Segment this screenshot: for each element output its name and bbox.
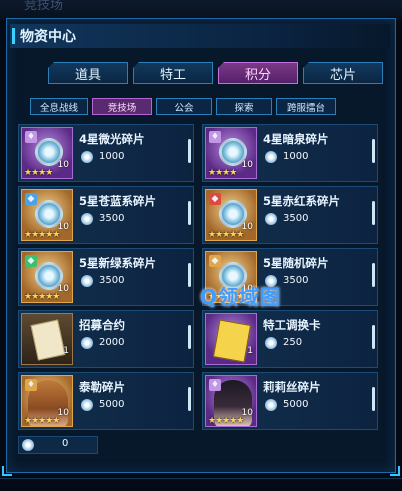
item-name: 特工调换卡 — [263, 318, 321, 332]
item-thumbnail: ◆ 10 ★★★★★ — [205, 189, 257, 241]
item-edge-marker — [188, 139, 191, 163]
background-title: 竞技场 — [24, 0, 64, 13]
item-edge-marker — [188, 387, 191, 411]
contract-document-icon — [30, 319, 66, 361]
tab-items[interactable]: 道具 — [48, 62, 128, 84]
item-name: 5星赤红系碎片 — [263, 194, 341, 208]
item-name: 莉莉丝碎片 — [263, 380, 321, 394]
item-edge-marker — [188, 263, 191, 287]
title-accent — [12, 28, 15, 44]
watermark-logo: Q领域图 — [200, 285, 282, 309]
tab-points[interactable]: 积分 — [218, 62, 298, 84]
item-thumbnail: ♦ 10 ★★★★★ — [21, 375, 73, 427]
currency-balance: 0 — [62, 438, 69, 449]
rank-badge-icon: ◆ — [25, 193, 37, 205]
shop-item[interactable]: ◆ 10 ★★★★★ 5星苍蓝系碎片 3500 — [18, 186, 194, 244]
shop-item[interactable]: 1 特工调换卡 250 — [202, 310, 378, 368]
star-rating: ★★★★ — [208, 168, 237, 178]
arena-coin-icon — [265, 213, 277, 225]
arena-coin-icon — [81, 337, 93, 349]
item-price: 1000 — [99, 151, 125, 162]
arena-coin-icon — [81, 399, 93, 411]
item-price: 2000 — [99, 337, 125, 348]
item-thumbnail: ♦ 10 ★★★★★ — [205, 375, 257, 427]
tab-agents[interactable]: 特工 — [133, 62, 213, 84]
item-price: 3500 — [99, 275, 125, 286]
shop-item-list: ♦ 10 ★★★★ 4星微光碎片 1000 ♦ 10 ★★★★ 4星暗泉碎片 1… — [18, 124, 384, 430]
tab-chips[interactable]: 芯片 — [303, 62, 383, 84]
item-edge-marker — [372, 139, 375, 163]
subtab-guild[interactable]: 公会 — [156, 98, 212, 115]
item-edge-marker — [372, 325, 375, 349]
shop-item[interactable]: ◆ 10 ★★★★★ 5星赤红系碎片 3500 — [202, 186, 378, 244]
swap-card-icon — [212, 319, 252, 363]
rank-badge-icon: ◆ — [209, 193, 221, 205]
rank-badge-icon: ♦ — [25, 379, 37, 391]
rank-badge-icon: ◆ — [209, 255, 221, 267]
panel-title: 物资中心 — [20, 29, 76, 45]
item-thumbnail: ◆ 10 ★★★★★ — [21, 251, 73, 303]
item-name: 5星新绿系碎片 — [79, 256, 157, 270]
bottom-border — [0, 478, 402, 491]
arena-coin-icon — [265, 399, 277, 411]
item-thumbnail: ♦ 10 ★★★★ — [205, 127, 257, 179]
item-thumbnail: ♦ 10 ★★★★ — [21, 127, 73, 179]
corner-decoration — [390, 466, 400, 476]
item-quantity: 10 — [57, 160, 69, 170]
item-name: 5星随机碎片 — [263, 256, 329, 270]
rank-badge-icon: ♦ — [25, 131, 37, 143]
item-price: 250 — [283, 337, 303, 348]
arena-coin-icon — [81, 275, 93, 287]
shop-item[interactable]: ♦ 10 ★★★★ 4星暗泉碎片 1000 — [202, 124, 378, 182]
arena-coin-icon — [22, 439, 34, 451]
arena-coin-icon — [265, 151, 277, 163]
item-price: 3500 — [283, 275, 309, 286]
item-name: 招募合约 — [79, 318, 125, 332]
item-thumbnail: ◆ 10 ★★★★★ — [21, 189, 73, 241]
rank-badge-icon: ♦ — [209, 131, 221, 143]
item-name: 4星微光碎片 — [79, 132, 145, 146]
item-quantity: 1 — [63, 346, 69, 356]
item-name: 泰勒碎片 — [79, 380, 125, 394]
item-price: 1000 — [283, 151, 309, 162]
item-edge-marker — [188, 201, 191, 225]
corner-decoration — [2, 466, 12, 476]
item-quantity: 10 — [241, 160, 253, 170]
item-edge-marker — [372, 387, 375, 411]
shop-item[interactable]: 1 招募合约 2000 — [18, 310, 194, 368]
rank-badge-icon: ◆ — [25, 255, 37, 267]
subtab-cross-server[interactable]: 跨服擂台 — [276, 98, 336, 115]
star-rating: ★★★★★ — [24, 292, 60, 302]
star-rating: ★★★★★ — [208, 230, 244, 240]
item-price: 5000 — [283, 399, 309, 410]
item-price: 5000 — [99, 399, 125, 410]
shop-item[interactable]: ◆ 10 ★★★★★ 5星新绿系碎片 3500 — [18, 248, 194, 306]
shop-item[interactable]: ♦ 10 ★★★★ 4星微光碎片 1000 — [18, 124, 194, 182]
item-name: 4星暗泉碎片 — [263, 132, 329, 146]
star-rating: ★★★★★ — [208, 416, 244, 426]
rank-badge-icon: ♦ — [209, 379, 221, 391]
subtab-holo-front[interactable]: 全息战线 — [30, 98, 88, 115]
item-edge-marker — [188, 325, 191, 349]
shop-item[interactable]: ♦ 10 ★★★★★ 莉莉丝碎片 5000 — [202, 372, 378, 430]
item-thumbnail: 1 — [21, 313, 73, 365]
star-rating: ★★★★ — [24, 168, 53, 178]
star-rating: ★★★★★ — [24, 230, 60, 240]
item-name: 5星苍蓝系碎片 — [79, 194, 157, 208]
arena-coin-icon — [81, 151, 93, 163]
star-rating: ★★★★★ — [24, 416, 60, 426]
item-quantity: 1 — [247, 346, 253, 356]
shop-item[interactable]: ♦ 10 ★★★★★ 泰勒碎片 5000 — [18, 372, 194, 430]
item-edge-marker — [372, 263, 375, 287]
arena-coin-icon — [265, 337, 277, 349]
arena-coin-icon — [81, 213, 93, 225]
item-price: 3500 — [283, 213, 309, 224]
subtab-arena[interactable]: 竞技场 — [92, 98, 152, 115]
subtab-explore[interactable]: 探索 — [216, 98, 272, 115]
item-thumbnail: 1 — [205, 313, 257, 365]
item-edge-marker — [372, 201, 375, 225]
item-price: 3500 — [99, 213, 125, 224]
